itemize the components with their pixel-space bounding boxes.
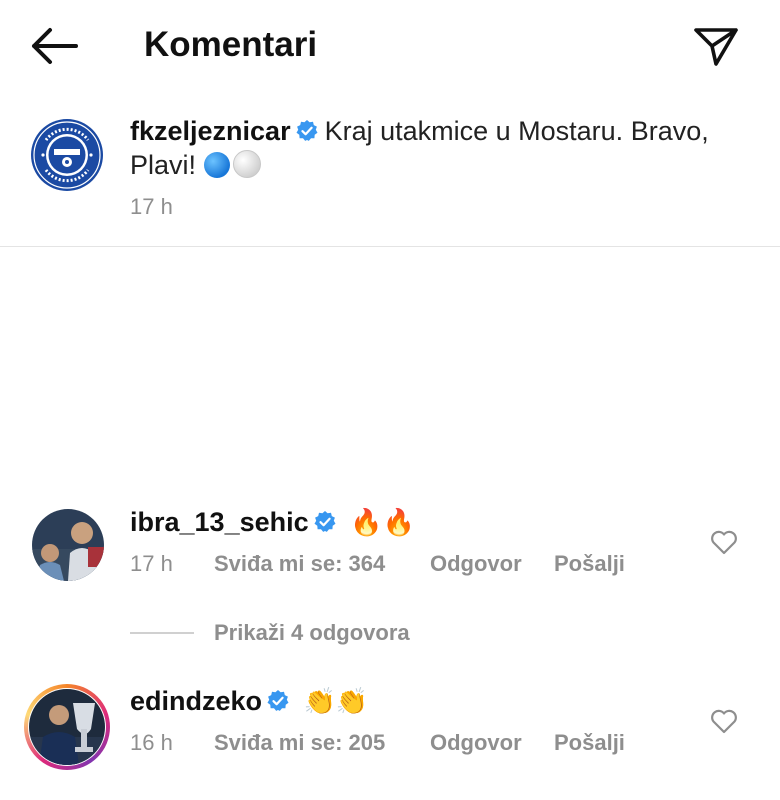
arrow-left-icon[interactable] <box>28 26 80 66</box>
comment-meta: 17 h Sviđa mi se: 364 Odgovor Pošalji <box>130 551 625 577</box>
comment-username[interactable]: ibra_13_sehic <box>130 507 309 537</box>
send-button[interactable]: Pošalji <box>554 551 625 577</box>
reply-button[interactable]: Odgovor <box>430 730 554 756</box>
caption-username[interactable]: fkzeljeznicar <box>130 116 291 146</box>
white-circle-icon <box>233 150 262 178</box>
paper-plane-icon[interactable] <box>692 24 740 68</box>
heart-icon[interactable] <box>710 708 738 734</box>
verified-badge-icon <box>296 120 318 141</box>
view-replies-label: Prikaži 4 odgovora <box>214 620 410 645</box>
avatar[interactable] <box>29 689 105 765</box>
top-bar: Komentari <box>0 0 780 92</box>
caption-timestamp: 17 h <box>130 194 173 219</box>
comment-timestamp: 17 h <box>130 551 173 576</box>
comment-item: ibra_13_sehic 🔥🔥 17 h Sviđa mi se: 364 Odg… <box>0 505 780 595</box>
verified-badge-icon <box>267 690 289 711</box>
page-title: Komentari <box>144 25 318 64</box>
comment-username[interactable]: edindzeko <box>130 686 262 716</box>
heart-icon[interactable] <box>710 529 738 555</box>
replies-divider <box>130 632 194 634</box>
verified-badge-icon <box>314 511 336 532</box>
comment-body: 👏👏 <box>303 687 369 717</box>
send-button[interactable]: Pošalji <box>554 730 625 756</box>
post-caption: fkzeljeznicar Kraj utakmice u Mostaru. Br… <box>0 100 780 247</box>
comment-text: ibra_13_sehic 🔥🔥 <box>130 505 415 540</box>
comment-item: edindzeko 👏👏 16 h Sviđa mi se: 205 Odgovor… <box>0 684 780 774</box>
comment-likes[interactable]: Sviđa mi se: 364 <box>214 551 430 577</box>
reply-button[interactable]: Odgovor <box>430 551 554 577</box>
caption-text: fkzeljeznicar Kraj utakmice u Mostaru. Br… <box>130 114 730 182</box>
avatar[interactable] <box>32 509 104 581</box>
club-logo[interactable] <box>30 118 104 192</box>
comment-meta: 16 h Sviđa mi se: 205 Odgovor Pošalji <box>130 730 625 756</box>
comment-likes[interactable]: Sviđa mi se: 205 <box>214 730 430 756</box>
comment-text: edindzeko 👏👏 <box>130 684 368 719</box>
comment-timestamp: 16 h <box>130 730 173 755</box>
comment-body: 🔥🔥 <box>350 508 415 538</box>
blue-circle-icon <box>204 152 231 178</box>
